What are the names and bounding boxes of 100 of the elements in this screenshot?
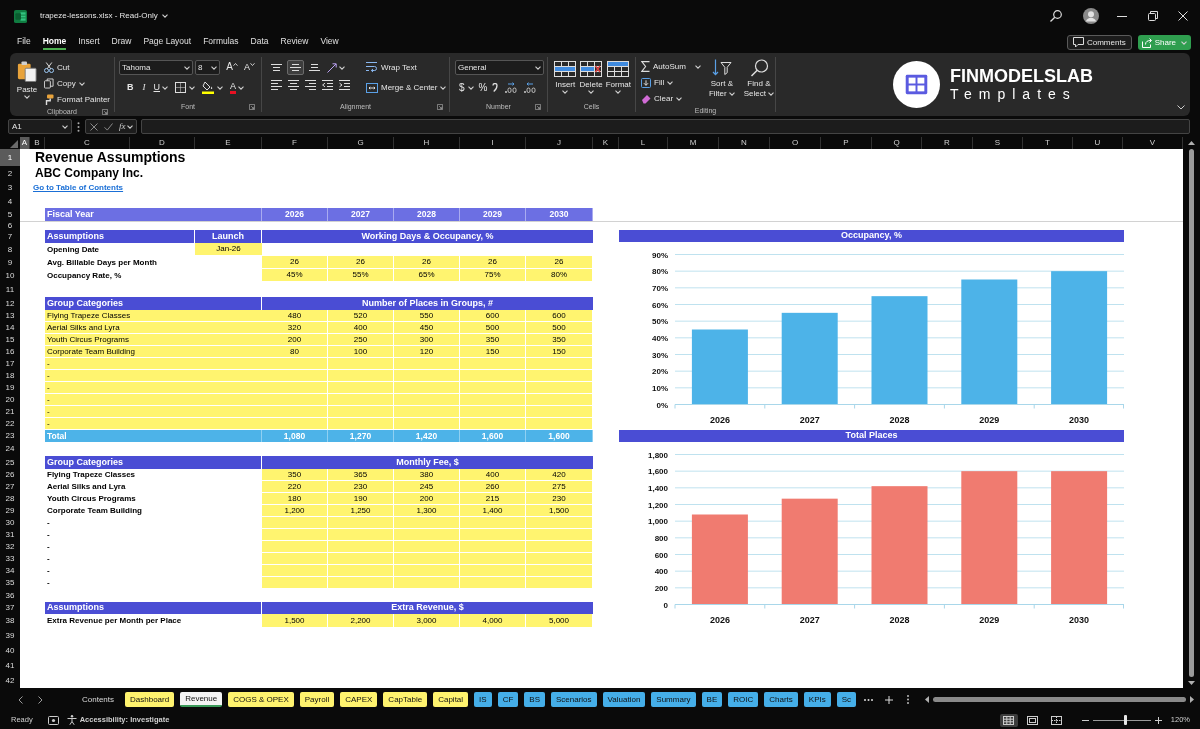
row-header[interactable]: 22 <box>0 418 20 430</box>
menu-tab[interactable]: Data <box>250 34 269 51</box>
row-header[interactable]: 5 <box>0 208 20 221</box>
zoom-slider-thumb[interactable] <box>1123 715 1127 725</box>
autosum-button[interactable]: AutoSum <box>641 59 701 74</box>
increase-indent-icon[interactable] <box>339 80 350 90</box>
underline-button[interactable]: U <box>151 80 170 95</box>
sheet-tab[interactable]: Contents <box>77 692 120 707</box>
row-header[interactable]: 35 <box>0 577 20 589</box>
row-header[interactable]: 13 <box>0 310 20 322</box>
menu-tab[interactable]: View <box>320 34 339 51</box>
decrease-indent-icon[interactable] <box>322 80 333 90</box>
row-header[interactable]: 41 <box>0 658 20 673</box>
zoom-in-icon[interactable] <box>1154 716 1162 724</box>
sheet-tab[interactable]: BS <box>524 692 545 707</box>
row-header[interactable]: 10 <box>0 269 20 282</box>
minimize-icon[interactable] <box>1117 15 1127 17</box>
close-icon[interactable] <box>1178 11 1188 21</box>
row-header[interactable]: 17 <box>0 358 20 370</box>
row-header[interactable]: 37 <box>0 602 20 614</box>
scroll-up-icon[interactable] <box>1188 141 1195 145</box>
row-header[interactable]: 31 <box>0 529 20 541</box>
row-header[interactable]: 9 <box>0 256 20 269</box>
row-header[interactable]: 36 <box>0 589 20 602</box>
row-header[interactable]: 19 <box>0 382 20 394</box>
shrink-font-button[interactable]: A <box>242 60 257 75</box>
orientation-button[interactable] <box>325 60 347 75</box>
row-header[interactable]: 34 <box>0 565 20 577</box>
accessibility-icon[interactable] <box>66 715 77 725</box>
cells-button[interactable]: Format <box>605 61 631 102</box>
vertical-dots-icon[interactable] <box>907 695 910 704</box>
align-center-icon[interactable] <box>288 80 299 90</box>
plus-icon[interactable] <box>885 695 894 704</box>
row-header[interactable]: 11 <box>0 282 20 297</box>
row-header[interactable]: 40 <box>0 643 20 658</box>
row-header[interactable]: 28 <box>0 493 20 505</box>
font-name-dropdown[interactable]: Tahoma <box>119 60 193 75</box>
sheet-tab[interactable]: Scenarios <box>551 692 597 707</box>
row-header[interactable]: 6 <box>0 221 20 230</box>
dialog-launcher-icon[interactable] <box>249 104 255 110</box>
sheet-tab[interactable]: Valuation <box>602 692 646 707</box>
wrap-text-button[interactable]: Wrap Text <box>364 60 447 75</box>
row-header[interactable]: 29 <box>0 505 20 517</box>
avatar-icon[interactable] <box>1083 8 1099 24</box>
sheet-tab[interactable]: CapTable <box>383 692 428 707</box>
chevron-right-icon[interactable] <box>38 695 43 704</box>
comma-style-icon[interactable] <box>492 83 499 92</box>
scroll-down-icon[interactable] <box>1188 681 1195 685</box>
sheet-tab[interactable]: CAPEX <box>340 692 378 707</box>
row-header[interactable]: 8 <box>0 243 20 256</box>
check-icon[interactable] <box>104 122 113 131</box>
more-icon[interactable] <box>864 698 874 701</box>
fill-color-button[interactable] <box>200 80 225 95</box>
sheet-tab[interactable]: Sc <box>836 692 857 707</box>
sheet-tab[interactable]: KPIs <box>803 692 831 707</box>
row-header[interactable]: 18 <box>0 370 20 382</box>
number-format-dropdown[interactable]: General <box>455 60 544 75</box>
insert-function-button[interactable]: fx <box>119 119 133 134</box>
sheet-tab[interactable]: ROIC <box>728 692 759 707</box>
menu-tab[interactable]: Draw <box>111 34 132 51</box>
row-header[interactable]: 27 <box>0 481 20 493</box>
menu-tab[interactable]: File <box>17 34 31 51</box>
row-header[interactable]: 39 <box>0 628 20 643</box>
align-left-icon[interactable] <box>271 80 282 90</box>
italic-button[interactable]: I <box>139 80 149 95</box>
clear-button[interactable]: Clear <box>641 91 701 106</box>
row-header[interactable]: 12 <box>0 297 20 310</box>
copy-button[interactable]: Copy <box>44 76 110 91</box>
row-header[interactable]: 20 <box>0 394 20 406</box>
dialog-launcher-icon[interactable] <box>535 104 541 110</box>
font-color-button[interactable]: A <box>228 80 246 95</box>
sheet-tab[interactable]: Dashboard <box>125 692 175 707</box>
vertical-align-button[interactable] <box>287 60 304 75</box>
sheet-tab[interactable]: Payroll <box>299 692 335 707</box>
row-header[interactable]: 42 <box>0 673 20 688</box>
row-header[interactable]: 38 <box>0 614 20 628</box>
row-header[interactable]: 21 <box>0 406 20 418</box>
zoom-slider[interactable] <box>1092 715 1151 725</box>
scroll-right-icon[interactable] <box>1190 696 1194 703</box>
macro-record-icon[interactable] <box>47 715 59 725</box>
sheet-tab[interactable]: Summary <box>651 692 696 707</box>
row-header[interactable]: 33 <box>0 553 20 565</box>
menu-tab[interactable]: Insert <box>78 34 100 51</box>
sheet-tab[interactable]: Capital <box>433 692 469 707</box>
menu-tab[interactable]: Page Layout <box>143 34 192 51</box>
row-header[interactable]: 14 <box>0 322 20 334</box>
sort-filter-button[interactable]: Sort & Filter <box>705 59 738 106</box>
sheet-tab[interactable]: IS <box>474 692 492 707</box>
row-header[interactable]: 7 <box>0 230 20 243</box>
name-box[interactable]: A1 <box>8 119 72 134</box>
paste-button[interactable]: Paste <box>15 58 40 107</box>
row-header[interactable]: 4 <box>0 195 20 208</box>
increase-decimal-icon[interactable] <box>505 82 518 93</box>
currency-button[interactable]: $ <box>459 80 474 95</box>
sheet-tab[interactable]: Revenue <box>180 692 223 707</box>
view-button[interactable] <box>999 713 1018 727</box>
cut-button[interactable]: Cut <box>44 60 110 75</box>
comments-button[interactable]: Comments <box>1066 35 1132 50</box>
row-header[interactable]: 24 <box>0 442 20 456</box>
cancel-icon[interactable] <box>90 122 98 131</box>
